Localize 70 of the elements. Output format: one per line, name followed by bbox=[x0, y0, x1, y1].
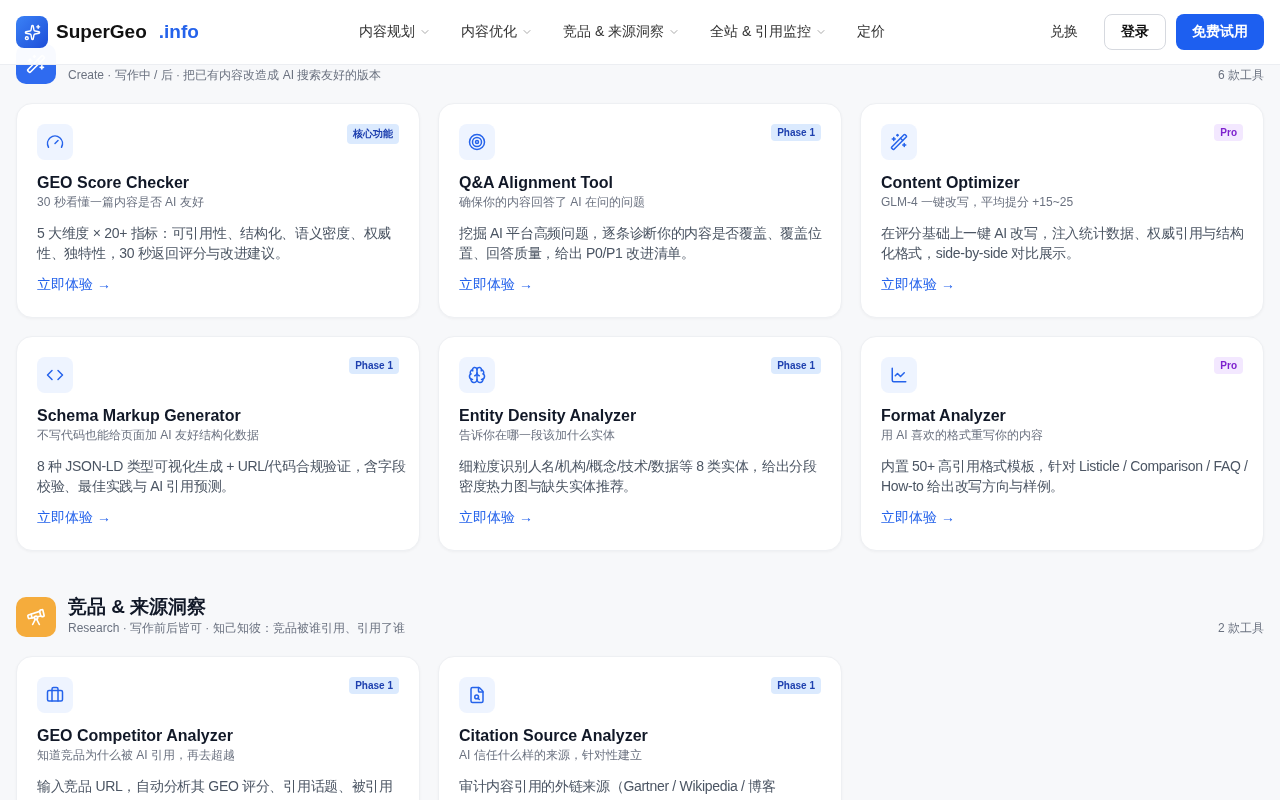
tool-card[interactable]: Phase 1 Entity Density Analyzer 告诉你在哪一段该加什么实体 细粒度识别人名/机构/概念/技术/数据等 8 类实体，给出分段密度热力图与缺失实体推荐。 立即体验 → bbox=[438, 336, 842, 551]
nav-link[interactable]: 定价 bbox=[857, 23, 886, 41]
tool-description: 输入竞品 URL，自动分析其 GEO 评分、引用话题、被引用 bbox=[37, 777, 394, 796]
tool-badge: Phase 1 bbox=[349, 357, 399, 374]
tool-count: 2 款工具 bbox=[1218, 620, 1264, 637]
nav-link[interactable]: 内容规划 bbox=[359, 23, 431, 41]
target-icon bbox=[459, 124, 495, 160]
wand-icon bbox=[881, 124, 917, 160]
section-subtitle: Create · 写作中 / 后 · 把已有内容改造成 AI 搜索友好的版本 bbox=[68, 67, 383, 84]
tool-tagline: GLM-4 一键改写，平均提分 +15~25 bbox=[881, 194, 1075, 211]
tool-description: 挖掘 AI 平台高频问题，逐条诊断你的内容是否覆盖、覆盖位置、回答质量，给出 P0/P1 改进清单。 bbox=[459, 224, 823, 263]
tool-badge: Phase 1 bbox=[771, 124, 821, 141]
file-search-icon bbox=[459, 677, 495, 713]
try-link[interactable]: 立即体验 → bbox=[37, 276, 111, 292]
redeem-button[interactable]: 兑换 bbox=[1034, 14, 1094, 50]
tool-description: 在评分基础上一键 AI 改写，注入统计数据、权威引用与结构化格式，side-by-side 对比展示。 bbox=[881, 224, 1245, 263]
tool-card[interactable]: Pro Content Optimizer GLM-4 一键改写，平均提分 +15~25 在评分基础上一键 AI 改写，注入统计数据、权威引用与结构化格式，side-by-side 对比展示。 立即体验 → bbox=[860, 103, 1264, 318]
section-title: 竞品 & 来源洞察 bbox=[68, 595, 208, 619]
tool-description: 内置 50+ 高引用格式模板，针对 Listicle / Comparison / FAQ / How-to 给出改写方向与样例。 bbox=[881, 457, 1249, 496]
briefcase-icon bbox=[37, 677, 73, 713]
brain-icon bbox=[459, 357, 495, 393]
nav-link[interactable]: 内容优化 bbox=[461, 23, 533, 41]
tool-badge: 核心功能 bbox=[347, 124, 399, 144]
tool-tagline: 用 AI 喜欢的格式重写你的内容 bbox=[881, 427, 1044, 444]
tool-title: Entity Density Analyzer bbox=[459, 407, 638, 425]
tool-title: Schema Markup Generator bbox=[37, 407, 242, 425]
logo-icon[interactable] bbox=[16, 16, 48, 48]
tool-title: Content Optimizer bbox=[881, 174, 1021, 192]
tool-badge: Pro bbox=[1214, 124, 1243, 141]
brand-suffix[interactable]: .info bbox=[158, 21, 199, 43]
try-link[interactable]: 立即体验 → bbox=[459, 509, 533, 525]
nav-link[interactable]: 全站 & 引用监控 bbox=[710, 23, 828, 41]
code-icon bbox=[37, 357, 73, 393]
tool-title: GEO Competitor Analyzer bbox=[37, 727, 234, 745]
line-chart-icon bbox=[881, 357, 917, 393]
tool-badge: Pro bbox=[1214, 357, 1243, 374]
try-link[interactable]: 立即体验 → bbox=[459, 276, 533, 292]
tool-tagline: 确保你的内容回答了 AI 在问的问题 bbox=[459, 194, 646, 211]
tool-card[interactable]: Pro Format Analyzer 用 AI 喜欢的格式重写你的内容 内置 50+ 高引用格式模板，针对 Listicle / Comparison / FAQ / How-to 给出改写方向与样例。 立即体验 → bbox=[860, 336, 1264, 551]
tool-tagline: 知道竞品为什么被 AI 引用，再去超越 bbox=[37, 747, 236, 764]
gauge-icon bbox=[37, 124, 73, 160]
tool-card[interactable]: Phase 1 GEO Competitor Analyzer 知道竞品为什么被 AI 引用，再去超越 输入竞品 URL，自动分析其 GEO 评分、引用话题、被引用 bbox=[16, 656, 420, 800]
tool-title: GEO Score Checker bbox=[37, 174, 191, 192]
brand-name[interactable]: SuperGeo bbox=[56, 21, 147, 43]
try-link[interactable]: 立即体验 → bbox=[881, 276, 955, 292]
tool-tagline: 不写代码也能给页面加 AI 友好结构化数据 bbox=[37, 427, 260, 444]
tool-description: 8 种 JSON-LD 类型可视化生成 + URL/代码合规验证，含字段校验、最佳实践与 AI 引用预测。 bbox=[37, 457, 407, 496]
tool-title: Q&A Alignment Tool bbox=[459, 174, 615, 192]
tool-card[interactable]: Phase 1 Citation Source Analyzer AI 信任什么样的来源，针对性建立 审计内容引用的外链来源（Gartner / Wikipedia / 博客 bbox=[438, 656, 842, 800]
tool-description: 细粒度识别人名/机构/概念/技术/数据等 8 类实体，给出分段密度热力图与缺失实体推荐。 bbox=[459, 457, 818, 496]
tool-badge: Phase 1 bbox=[349, 677, 399, 694]
tool-badge: Phase 1 bbox=[771, 357, 821, 374]
tool-title: Citation Source Analyzer bbox=[459, 727, 649, 745]
tool-badge: Phase 1 bbox=[771, 677, 821, 694]
login-button[interactable]: 登录 bbox=[1104, 14, 1166, 50]
tool-tagline: AI 信任什么样的来源，针对性建立 bbox=[459, 747, 643, 764]
section-subtitle: Research · 写作前后皆可 · 知己知彼：竞品被谁引用、引用了谁 bbox=[68, 620, 406, 637]
tool-count: 6 款工具 bbox=[1218, 67, 1264, 84]
tool-tagline: 告诉你在哪一段该加什么实体 bbox=[459, 427, 616, 444]
tool-card[interactable]: Phase 1 Schema Markup Generator 不写代码也能给页面加 AI 友好结构化数据 8 种 JSON-LD 类型可视化生成 + URL/代码合规验证，含字段校验、最佳实践与 AI 引用预测。 立即体验 → bbox=[16, 336, 420, 551]
tool-description: 审计内容引用的外链来源（Gartner / Wikipedia / 博客 bbox=[459, 777, 777, 796]
tool-card[interactable]: 核心功能 GEO Score Checker 30 秒看懂一篇内容是否 AI 友好 5 大维度 × 20+ 指标：可引用性、结构化、语义密度、权威性、独特性，30 秒返回评分与改进建议。 立即体验 → bbox=[16, 103, 420, 318]
trial-button[interactable]: 免费试用 bbox=[1176, 14, 1264, 50]
nav-link[interactable]: 竞品 & 来源洞察 bbox=[563, 23, 681, 41]
tool-tagline: 30 秒看懂一篇内容是否 AI 友好 bbox=[37, 194, 205, 211]
try-link[interactable]: 立即体验 → bbox=[881, 509, 955, 525]
tool-card[interactable]: Phase 1 Q&A Alignment Tool 确保你的内容回答了 AI 在问的问题 挖掘 AI 平台高频问题，逐条诊断你的内容是否覆盖、覆盖位置、回答质量，给出 P0/P1 改进清单。 立即体验 → bbox=[438, 103, 842, 318]
tool-description: 5 大维度 × 20+ 指标：可引用性、结构化、语义密度、权威性、独特性，30 秒返回评分与改进建议。 bbox=[37, 224, 392, 263]
try-link[interactable]: 立即体验 → bbox=[37, 509, 111, 525]
tool-title: Format Analyzer bbox=[881, 407, 1007, 425]
